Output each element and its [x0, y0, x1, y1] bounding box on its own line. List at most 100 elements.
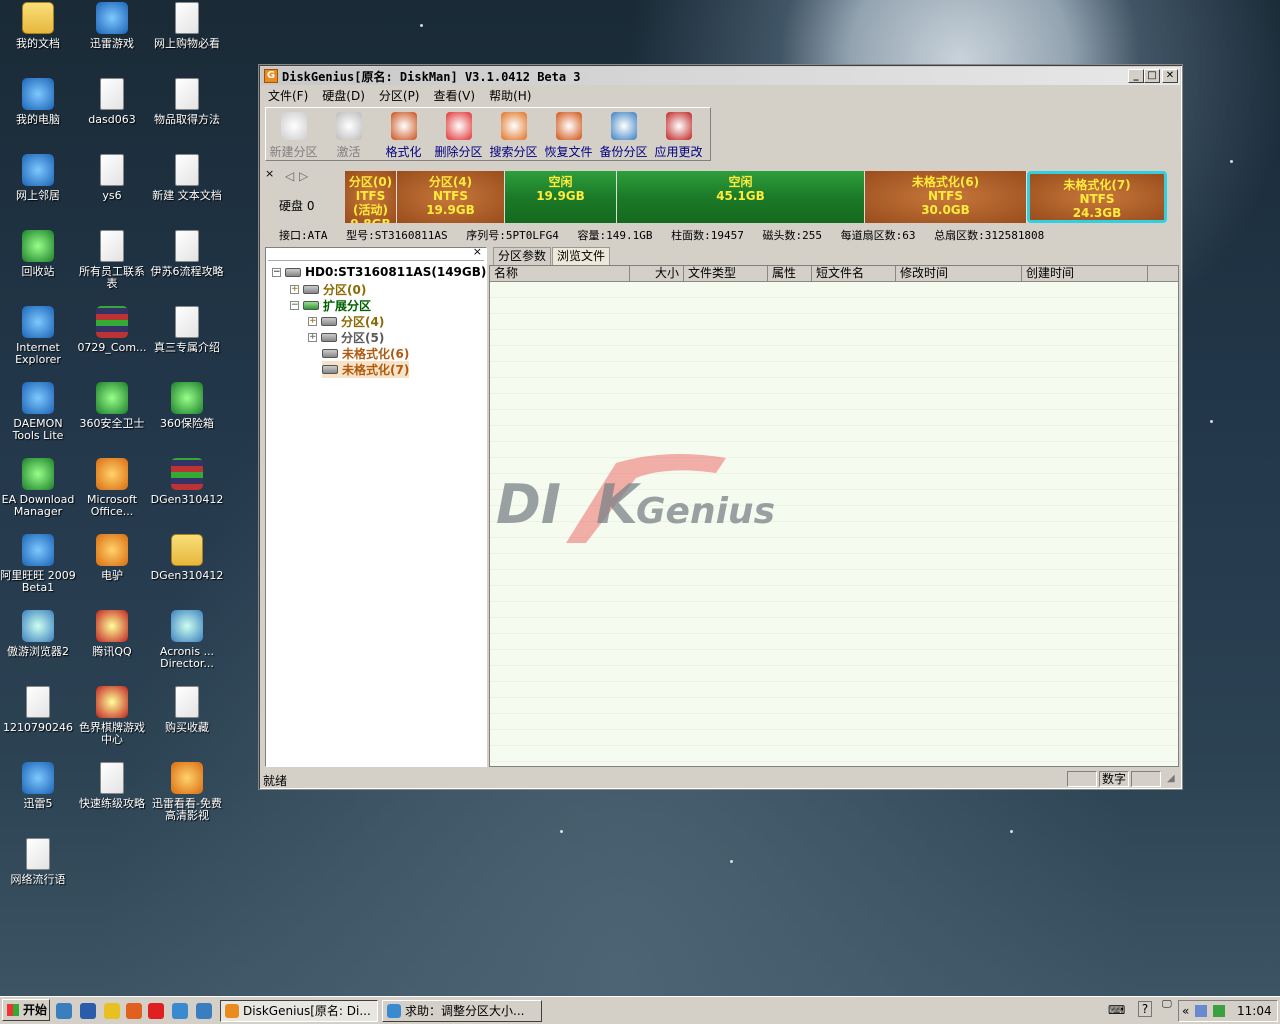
tree-close-icon[interactable]: ×	[473, 245, 482, 258]
toolbar-button[interactable]: 删除分区	[431, 108, 486, 160]
desktop-icon[interactable]: 网上购物必看	[149, 0, 225, 76]
desktop-icon[interactable]: 物品取得方法	[149, 76, 225, 152]
desktop-icon[interactable]: dasd063	[74, 76, 150, 152]
tree-item-unformatted-7[interactable]: 未格式化(7)	[322, 361, 410, 378]
minimize-button[interactable]: _	[1128, 69, 1144, 83]
desktop-icon[interactable]: 快速练级攻略	[74, 760, 150, 836]
resize-grip-icon[interactable]: ◢	[1167, 773, 1175, 784]
partition-segment[interactable]: 分区(0)ITFS (活动)9.8GB	[345, 171, 397, 223]
partition-segment[interactable]: 分区(4) NTFS 19.9GB	[397, 171, 505, 223]
desktop-icon[interactable]: 腾讯QQ	[74, 608, 150, 684]
close-button[interactable]: ✕	[1162, 69, 1178, 83]
task-diskgenius[interactable]: DiskGenius[原名: Di...	[220, 1000, 378, 1022]
desktop-icon[interactable]: 360保险箱	[149, 380, 225, 456]
ime-icon[interactable]: 🖵	[1162, 999, 1172, 1010]
desktop-icon[interactable]: 所有员工联系表	[74, 228, 150, 304]
expand-icon[interactable]: +	[290, 285, 299, 294]
expand-icon[interactable]: +	[308, 317, 317, 326]
desktop-icon[interactable]: Acronis ... Director...	[149, 608, 225, 684]
col-shortname[interactable]: 短文件名	[812, 266, 896, 281]
toolbar-button[interactable]: 搜索分区	[486, 108, 541, 160]
tray-app-icon[interactable]	[1213, 1005, 1225, 1017]
menu-help[interactable]: 帮助(H)	[482, 87, 538, 104]
quicklaunch-wangwang-icon[interactable]	[104, 1003, 120, 1019]
partition-segment[interactable]: 空闲 19.9GB	[505, 171, 617, 223]
desktop-icon[interactable]: 傲游浏览器2	[0, 608, 76, 684]
desktop-icon[interactable]: 色界棋牌游戏中心	[74, 684, 150, 760]
quicklaunch-emule-icon[interactable]	[126, 1003, 142, 1019]
tree-item-unformatted-6[interactable]: 未格式化(6)	[322, 345, 409, 362]
tree-item-partition-0[interactable]: + 分区(0)	[290, 281, 366, 298]
desktop-icon[interactable]: DAEMON Tools Lite	[0, 380, 76, 456]
network-icon[interactable]	[1195, 1005, 1207, 1017]
desktop-icon[interactable]: 阿里旺旺 2009 Beta1	[0, 532, 76, 608]
toolbar-button[interactable]: 新建分区	[266, 108, 321, 160]
tab-browse-files[interactable]: 浏览文件	[552, 247, 611, 265]
partition-segment[interactable]: 未格式化(6) NTFS 30.0GB	[865, 171, 1027, 223]
desktop-icon[interactable]: 0729_Com...	[74, 304, 150, 380]
task-browser[interactable]: 求助：调整分区大小...	[382, 1000, 542, 1022]
keyboard-icon[interactable]: ⌨	[1108, 1003, 1125, 1017]
desktop-icon[interactable]: 迅雷看看-免费高清影视	[149, 760, 225, 836]
col-filetype[interactable]: 文件类型	[684, 266, 768, 281]
maximize-button[interactable]: □	[1144, 69, 1160, 83]
desktop-icon[interactable]: DGen310412	[149, 532, 225, 608]
desktop-icon[interactable]: 1210790246	[0, 684, 76, 760]
quicklaunch-browser-icon[interactable]	[196, 1003, 212, 1019]
toolbar-button[interactable]: 激活	[321, 108, 376, 160]
quicklaunch-thunder-icon[interactable]	[80, 1003, 96, 1019]
desktop-icon[interactable]: 回收站	[0, 228, 76, 304]
diskmap-close-icon[interactable]: ×	[265, 167, 274, 180]
quicklaunch-ie-icon[interactable]	[56, 1003, 72, 1019]
desktop-icon[interactable]: 伊苏6流程攻略	[149, 228, 225, 304]
desktop-icon[interactable]: 真三专属介绍	[149, 304, 225, 380]
toolbar-button[interactable]: 备份分区	[596, 108, 651, 160]
desktop-icon[interactable]: 迅雷游戏	[74, 0, 150, 76]
desktop-icon[interactable]: 我的文档	[0, 0, 76, 76]
partition-segment[interactable]: 空闲 45.1GB	[617, 171, 865, 223]
desktop-icon[interactable]: DGen310412	[149, 456, 225, 532]
expand-icon[interactable]: +	[308, 333, 317, 342]
desktop-icon[interactable]: 网络流行语	[0, 836, 76, 912]
desktop-icon[interactable]: ys6	[74, 152, 150, 228]
file-list[interactable]: 名称 大小 文件类型 属性 短文件名 修改时间 创建时间 DI K Genius	[489, 265, 1179, 767]
clock[interactable]: 11:04	[1237, 1001, 1272, 1021]
quicklaunch-maxthon-icon[interactable]	[172, 1003, 188, 1019]
menu-file[interactable]: 文件(F)	[261, 87, 315, 104]
window-titlebar[interactable]: G DiskGenius[原名: DiskMan] V3.1.0412 Beta…	[261, 67, 1180, 85]
next-disk-icon[interactable]: ▷	[299, 169, 308, 183]
menu-partition[interactable]: 分区(P)	[372, 87, 427, 104]
tray-expand-icon[interactable]: «	[1182, 1001, 1189, 1021]
menu-view[interactable]: 查看(V)	[427, 87, 483, 104]
toolbar-button[interactable]: 恢复文件	[541, 108, 596, 160]
col-attributes[interactable]: 属性	[768, 266, 812, 281]
tree-item-partition-4[interactable]: + 分区(4)	[308, 313, 384, 330]
desktop-icon[interactable]: 360安全卫士	[74, 380, 150, 456]
col-modified[interactable]: 修改时间	[896, 266, 1022, 281]
toolbar-button[interactable]: 应用更改	[651, 108, 706, 160]
collapse-icon[interactable]: −	[272, 267, 281, 277]
tree-item-extended[interactable]: − 扩展分区	[290, 297, 371, 314]
start-button[interactable]: 开始	[2, 999, 50, 1021]
desktop-icon[interactable]: 电驴	[74, 532, 150, 608]
desktop-icon[interactable]: 新建 文本文档	[149, 152, 225, 228]
desktop-icon[interactable]: 网上邻居	[0, 152, 76, 228]
tree-item-partition-5[interactable]: + 分区(5)	[308, 329, 384, 346]
menu-disk[interactable]: 硬盘(D)	[315, 87, 372, 104]
tab-partition-params[interactable]: 分区参数	[493, 247, 552, 265]
desktop-icon[interactable]: 我的电脑	[0, 76, 76, 152]
prev-disk-icon[interactable]: ◁	[285, 169, 294, 183]
col-name[interactable]: 名称	[490, 266, 630, 281]
tree-root[interactable]: − HD0:ST3160811AS(149GB)	[272, 265, 486, 279]
partition-segment[interactable]: 未格式化(7) NTFS 24.3GB	[1027, 171, 1167, 223]
desktop-icon[interactable]: Internet Explorer	[0, 304, 76, 380]
desktop-icon[interactable]: 购买收藏	[149, 684, 225, 760]
help-icon[interactable]: ?	[1138, 1001, 1152, 1017]
toolbar-button[interactable]: 格式化	[376, 108, 431, 160]
desktop-icon[interactable]: 迅雷5	[0, 760, 76, 836]
desktop-icon[interactable]: EA Download Manager	[0, 456, 76, 532]
col-size[interactable]: 大小	[630, 266, 684, 281]
quicklaunch-qq-icon[interactable]	[148, 1003, 164, 1019]
col-created[interactable]: 创建时间	[1022, 266, 1148, 281]
collapse-icon[interactable]: −	[290, 301, 299, 310]
